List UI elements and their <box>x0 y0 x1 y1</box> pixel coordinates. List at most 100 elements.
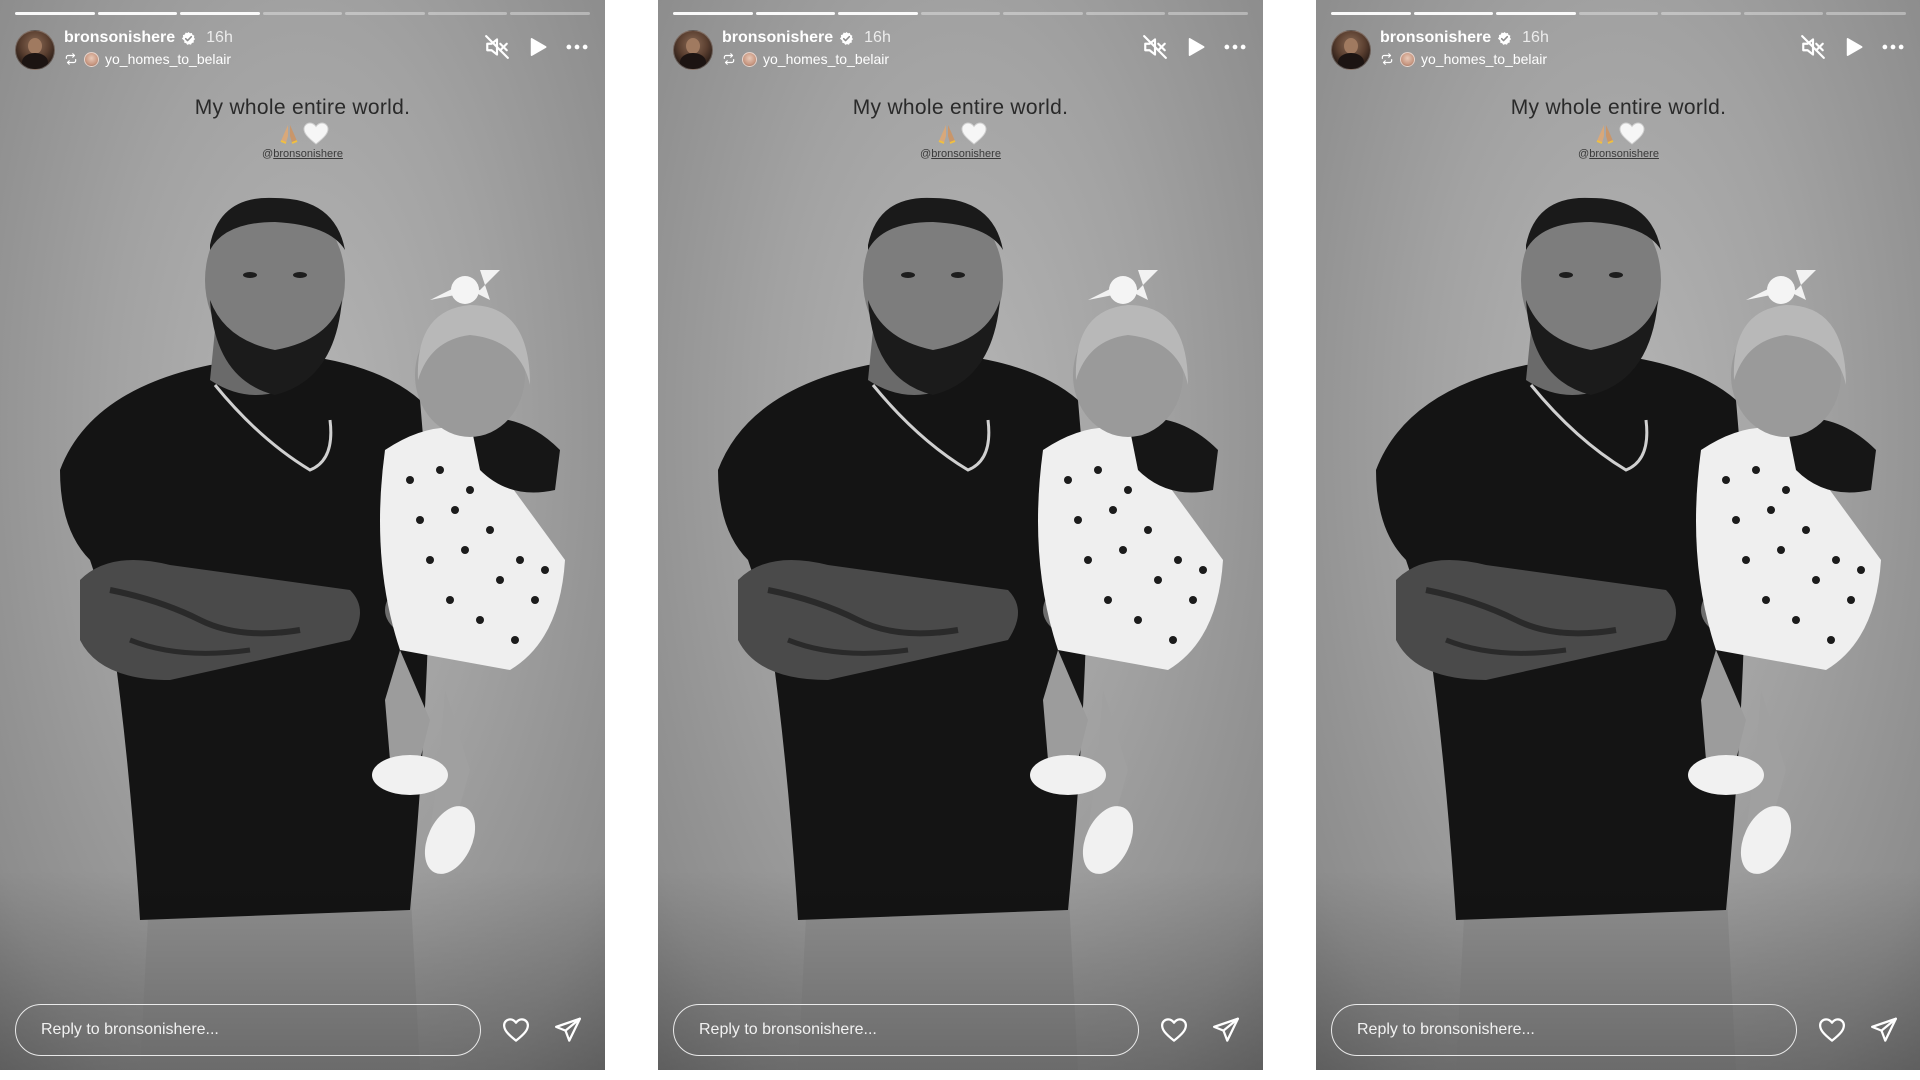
reposted-from-username[interactable]: yo_homes_to_belair <box>105 51 231 67</box>
reposted-from-username[interactable]: yo_homes_to_belair <box>763 51 889 67</box>
repost-row[interactable]: yo_homes_to_belair <box>722 50 889 68</box>
play-icon[interactable] <box>1840 34 1866 60</box>
story-header: bronsonishere 16h yo_homes_to_belair <box>15 28 590 72</box>
story-header: bronsonishere 16h yo_homes_to_belair <box>1331 28 1906 72</box>
caption-emojis <box>658 122 1263 146</box>
mention-tag[interactable]: @bronsonishere <box>0 148 605 160</box>
reposted-from-avatar <box>742 51 757 67</box>
username-row: bronsonishere 16h <box>722 28 891 48</box>
progress-segment <box>755 12 836 15</box>
progress-segment <box>920 12 1001 15</box>
progress-segment <box>838 12 918 15</box>
mention-prefix: @ <box>1578 148 1590 160</box>
folded-hands-emoji <box>280 125 297 144</box>
progress-segment <box>1085 12 1166 15</box>
reposted-from-avatar <box>1400 51 1415 67</box>
progress-segment <box>1826 12 1907 15</box>
story-panel-3[interactable]: bronsonishere 16h yo_homes_to_belair My … <box>1316 0 1920 1070</box>
reply-input[interactable]: Reply to bronsonishere... <box>1331 1004 1797 1056</box>
story-controls <box>1800 34 1906 60</box>
more-horizontal-icon[interactable] <box>564 34 590 60</box>
progress-segment <box>1331 12 1411 15</box>
story-caption: My whole entire world. @bronsonishere <box>658 96 1263 160</box>
speaker-muted-icon[interactable] <box>1800 34 1826 60</box>
mention-tag[interactable]: @bronsonishere <box>1316 148 1920 160</box>
verified-badge-icon <box>1498 31 1512 45</box>
story-progress <box>15 12 591 15</box>
repost-icon <box>65 53 77 65</box>
post-time: 16h <box>864 29 891 46</box>
white-heart-emoji <box>960 122 987 145</box>
mention-username[interactable]: bronsonishere <box>1589 148 1659 160</box>
avatar[interactable] <box>1331 30 1371 70</box>
caption-text: My whole entire world. <box>852 96 1069 119</box>
story-panel-1[interactable]: bronsonishere 16h yo_homes_to_belair My … <box>0 0 605 1070</box>
more-horizontal-icon[interactable] <box>1222 34 1248 60</box>
progress-segment <box>1413 12 1494 15</box>
progress-segment <box>427 12 508 15</box>
avatar[interactable] <box>673 30 713 70</box>
avatar[interactable] <box>15 30 55 70</box>
story-progress <box>1331 12 1907 15</box>
repost-icon <box>723 53 735 65</box>
reposted-from-avatar <box>84 51 99 67</box>
repost-row[interactable]: yo_homes_to_belair <box>64 50 231 68</box>
heart-icon[interactable] <box>1159 1015 1189 1045</box>
speaker-muted-icon[interactable] <box>484 34 510 60</box>
progress-segment <box>262 12 343 15</box>
verified-badge-icon <box>840 31 854 45</box>
progress-segment <box>510 12 591 15</box>
white-heart-emoji <box>302 122 329 145</box>
heart-icon[interactable] <box>1817 1015 1847 1045</box>
mention-tag[interactable]: @bronsonishere <box>658 148 1263 160</box>
story-controls <box>484 34 590 60</box>
post-time: 16h <box>1522 29 1549 46</box>
username[interactable]: bronsonishere <box>722 29 833 47</box>
repost-icon <box>1381 53 1393 65</box>
folded-hands-emoji <box>938 125 955 144</box>
progress-segment <box>1578 12 1659 15</box>
story-actions <box>1817 1015 1899 1045</box>
mention-username[interactable]: bronsonishere <box>273 148 343 160</box>
speaker-muted-icon[interactable] <box>1142 34 1168 60</box>
progress-segment <box>1743 12 1824 15</box>
username[interactable]: bronsonishere <box>64 29 175 47</box>
progress-segment <box>345 12 425 15</box>
send-icon[interactable] <box>1211 1015 1241 1045</box>
send-icon[interactable] <box>1869 1015 1899 1045</box>
caption-text: My whole entire world. <box>1510 96 1727 119</box>
mention-prefix: @ <box>262 148 274 160</box>
caption-emojis <box>1316 122 1920 146</box>
progress-segment <box>97 12 178 15</box>
progress-segment <box>180 12 260 15</box>
story-controls <box>1142 34 1248 60</box>
heart-icon[interactable] <box>501 1015 531 1045</box>
story-caption: My whole entire world. @bronsonishere <box>1316 96 1920 160</box>
username[interactable]: bronsonishere <box>1380 29 1491 47</box>
mention-prefix: @ <box>920 148 932 160</box>
play-icon[interactable] <box>1182 34 1208 60</box>
send-icon[interactable] <box>553 1015 583 1045</box>
reply-input[interactable]: Reply to bronsonishere... <box>673 1004 1139 1056</box>
mention-username[interactable]: bronsonishere <box>931 148 1001 160</box>
progress-segment <box>1003 12 1083 15</box>
story-header: bronsonishere 16h yo_homes_to_belair <box>673 28 1248 72</box>
repost-row[interactable]: yo_homes_to_belair <box>1380 50 1547 68</box>
verified-badge-icon <box>182 31 196 45</box>
reply-input[interactable]: Reply to bronsonishere... <box>15 1004 481 1056</box>
username-row: bronsonishere 16h <box>1380 28 1549 48</box>
more-horizontal-icon[interactable] <box>1880 34 1906 60</box>
play-icon[interactable] <box>524 34 550 60</box>
story-panel-2[interactable]: bronsonishere 16h yo_homes_to_belair My … <box>658 0 1263 1070</box>
reposted-from-username[interactable]: yo_homes_to_belair <box>1421 51 1547 67</box>
progress-segment <box>1168 12 1249 15</box>
story-progress <box>673 12 1249 15</box>
story-actions <box>1159 1015 1241 1045</box>
caption-text: My whole entire world. <box>194 96 411 119</box>
username-row: bronsonishere 16h <box>64 28 233 48</box>
progress-segment <box>15 12 95 15</box>
progress-segment <box>673 12 753 15</box>
progress-segment <box>1496 12 1576 15</box>
story-caption: My whole entire world. @bronsonishere <box>0 96 605 160</box>
progress-segment <box>1661 12 1741 15</box>
